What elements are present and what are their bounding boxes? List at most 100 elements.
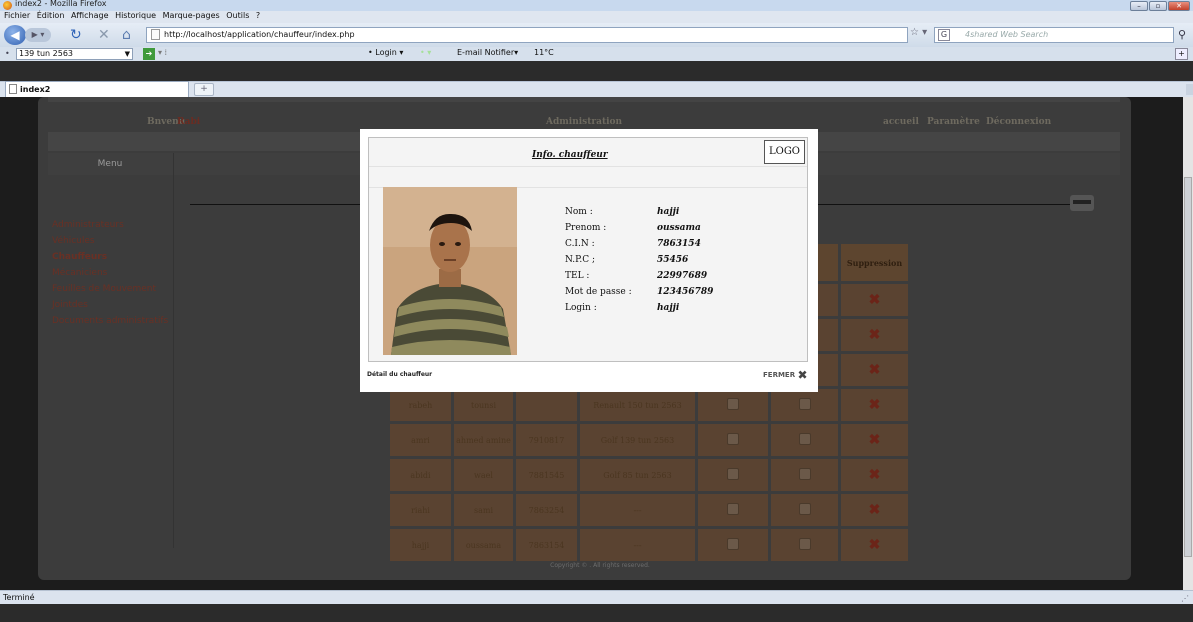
menu-outils[interactable]: Outils — [226, 11, 249, 20]
field-label: C.I.N : — [565, 239, 595, 249]
edit-icon[interactable] — [798, 398, 811, 410]
cell-cin: 7910817 — [513, 421, 580, 459]
printer-icon[interactable] — [1070, 195, 1094, 211]
info-row-tel: TEL : 22997689 — [565, 268, 713, 284]
search-icon[interactable]: ⚲ — [1178, 28, 1186, 41]
weather-temperature[interactable]: 11°C — [534, 48, 554, 57]
back-button[interactable]: ◀ — [4, 25, 26, 45]
table-row: abidi wael 7881545 Golf 85 tun 2563 ✖ — [387, 456, 911, 494]
vertical-scrollbar[interactable] — [1183, 97, 1193, 590]
edit-icon[interactable] — [798, 433, 811, 445]
sidebar-item-documents[interactable]: Documents administratifs — [52, 313, 168, 329]
nav-parametre[interactable]: Paramètre — [927, 117, 980, 127]
page-icon — [9, 84, 17, 94]
cell-cin: 7863254 — [513, 491, 580, 529]
nav-deconnexion[interactable]: Déconnexion — [986, 117, 1051, 127]
field-value-tel: 22997689 — [657, 271, 708, 281]
cell-detail — [695, 421, 771, 459]
cell-vehicule: Renault 150 tun 2563 — [577, 386, 698, 424]
field-value-prenom: oussama — [657, 223, 701, 233]
sidebar-item-jointdes[interactable]: Jointdes — [52, 297, 168, 313]
edit-icon[interactable] — [798, 503, 811, 515]
close-window-button[interactable]: ✕ — [1168, 1, 1190, 11]
delete-icon[interactable]: ✖ — [869, 467, 881, 483]
email-notifier[interactable]: E-mail Notifier▾ — [457, 48, 518, 57]
delete-icon[interactable]: ✖ — [869, 502, 881, 518]
cell-delete: ✖ — [838, 316, 911, 354]
new-tab-button[interactable]: + — [194, 83, 214, 96]
cell-nom: riahi — [387, 491, 454, 529]
cell-prenom: tounsi — [451, 386, 516, 424]
minimize-button[interactable]: – — [1130, 1, 1148, 11]
search-input[interactable]: G 4shared Web Search — [934, 27, 1174, 43]
scrollbar-thumb[interactable] — [1184, 177, 1192, 557]
window-titlebar: index2 - Mozilla Firefox – ▫ ✕ — [0, 0, 1193, 11]
sidebar-item-feuilles[interactable]: Feuilles de Mouvement — [52, 281, 168, 297]
sidebar-item-administrateurs[interactable]: Administrateurs — [52, 217, 168, 233]
url-bar[interactable]: http://localhost/application/chauffeur/i… — [146, 27, 908, 43]
add-toolbar-button[interactable]: + — [1175, 48, 1188, 60]
col-header-suppression: Suppression — [838, 241, 911, 284]
cell-cin — [513, 386, 580, 424]
delete-icon[interactable]: ✖ — [869, 292, 881, 308]
menu-help[interactable]: ? — [256, 11, 260, 20]
home-icon[interactable]: ⌂ — [122, 27, 131, 43]
menu-historique[interactable]: Historique — [115, 11, 156, 20]
table-row: riahi sami 7863254 --- ✖ — [387, 491, 911, 529]
go-button[interactable]: ➔ — [143, 48, 155, 60]
nav-accueil[interactable]: accueil — [883, 117, 919, 127]
plate-select[interactable]: 139 tun 2563 ▼ — [16, 48, 133, 60]
delete-icon[interactable]: ✖ — [869, 537, 881, 553]
tab-scroll-button[interactable] — [1186, 84, 1193, 95]
menu-marque-pages[interactable]: Marque-pages — [163, 11, 220, 20]
bookmark-star-icon[interactable]: ☆ ▾ — [910, 27, 927, 38]
maximize-button[interactable]: ▫ — [1149, 1, 1167, 11]
driver-photo-image — [383, 187, 517, 355]
login-menu[interactable]: • Login ▾ — [368, 48, 403, 57]
sidebar-item-mecaniciens[interactable]: Mécaniciens — [52, 265, 168, 281]
status-text: Terminé — [3, 593, 35, 602]
cell-nom: rabeh — [387, 386, 454, 424]
reload-icon[interactable]: ↻ — [70, 27, 82, 43]
field-label: Mot de passe : — [565, 287, 632, 297]
cell-nom: hajji — [387, 526, 454, 564]
driver-photo — [383, 187, 517, 355]
driver-info-table: Nom : hajji Prenom : oussama C.I.N : 786315… — [565, 204, 713, 316]
search-placeholder: 4shared Web Search — [965, 30, 1049, 39]
tab-index2[interactable]: index2 — [5, 81, 189, 98]
close-modal-button[interactable]: FERMER ✖ — [763, 368, 808, 382]
delete-icon[interactable]: ✖ — [869, 397, 881, 413]
forward-button[interactable]: ▶ ▾ — [25, 28, 51, 42]
chevron-down-icon: ▼ — [124, 50, 130, 58]
detail-icon[interactable] — [727, 433, 739, 445]
detail-icon[interactable] — [727, 398, 739, 410]
edit-icon[interactable] — [798, 538, 811, 550]
delete-icon[interactable]: ✖ — [869, 327, 881, 343]
close-icon: ✖ — [797, 368, 808, 382]
sidebar-item-vehicules[interactable]: Véhicules — [52, 233, 168, 249]
menu-edition[interactable]: Édition — [37, 11, 65, 20]
field-label: Nom : — [565, 207, 593, 217]
edit-icon[interactable] — [798, 468, 811, 480]
url-text: http://localhost/application/chauffeur/i… — [164, 30, 355, 39]
cell-nom: amri — [387, 421, 454, 459]
go-menu-icon[interactable]: ▾ ⁞ — [158, 48, 167, 57]
header-title: Administration — [546, 117, 623, 127]
cell-edit — [768, 421, 841, 459]
menu-affichage[interactable]: Affichage — [71, 11, 109, 20]
sidebar-item-chauffeurs[interactable]: Chauffeurs — [52, 249, 168, 265]
field-value-npc: 55456 — [657, 255, 689, 265]
stop-icon[interactable]: ✕ — [98, 27, 110, 43]
menu-fichier[interactable]: Fichier — [4, 11, 30, 20]
info-row-nom: Nom : hajji — [565, 204, 713, 220]
delete-icon[interactable]: ✖ — [869, 432, 881, 448]
cell-nom: abidi — [387, 456, 454, 494]
cell-prenom: sami — [451, 491, 516, 529]
detail-icon[interactable] — [727, 503, 739, 515]
welcome-username: Rabi — [177, 117, 201, 127]
detail-icon[interactable] — [727, 538, 739, 550]
detail-icon[interactable] — [727, 468, 739, 480]
delete-icon[interactable]: ✖ — [869, 362, 881, 378]
search-engine-icon[interactable]: G — [938, 29, 950, 41]
cell-prenom: wael — [451, 456, 516, 494]
